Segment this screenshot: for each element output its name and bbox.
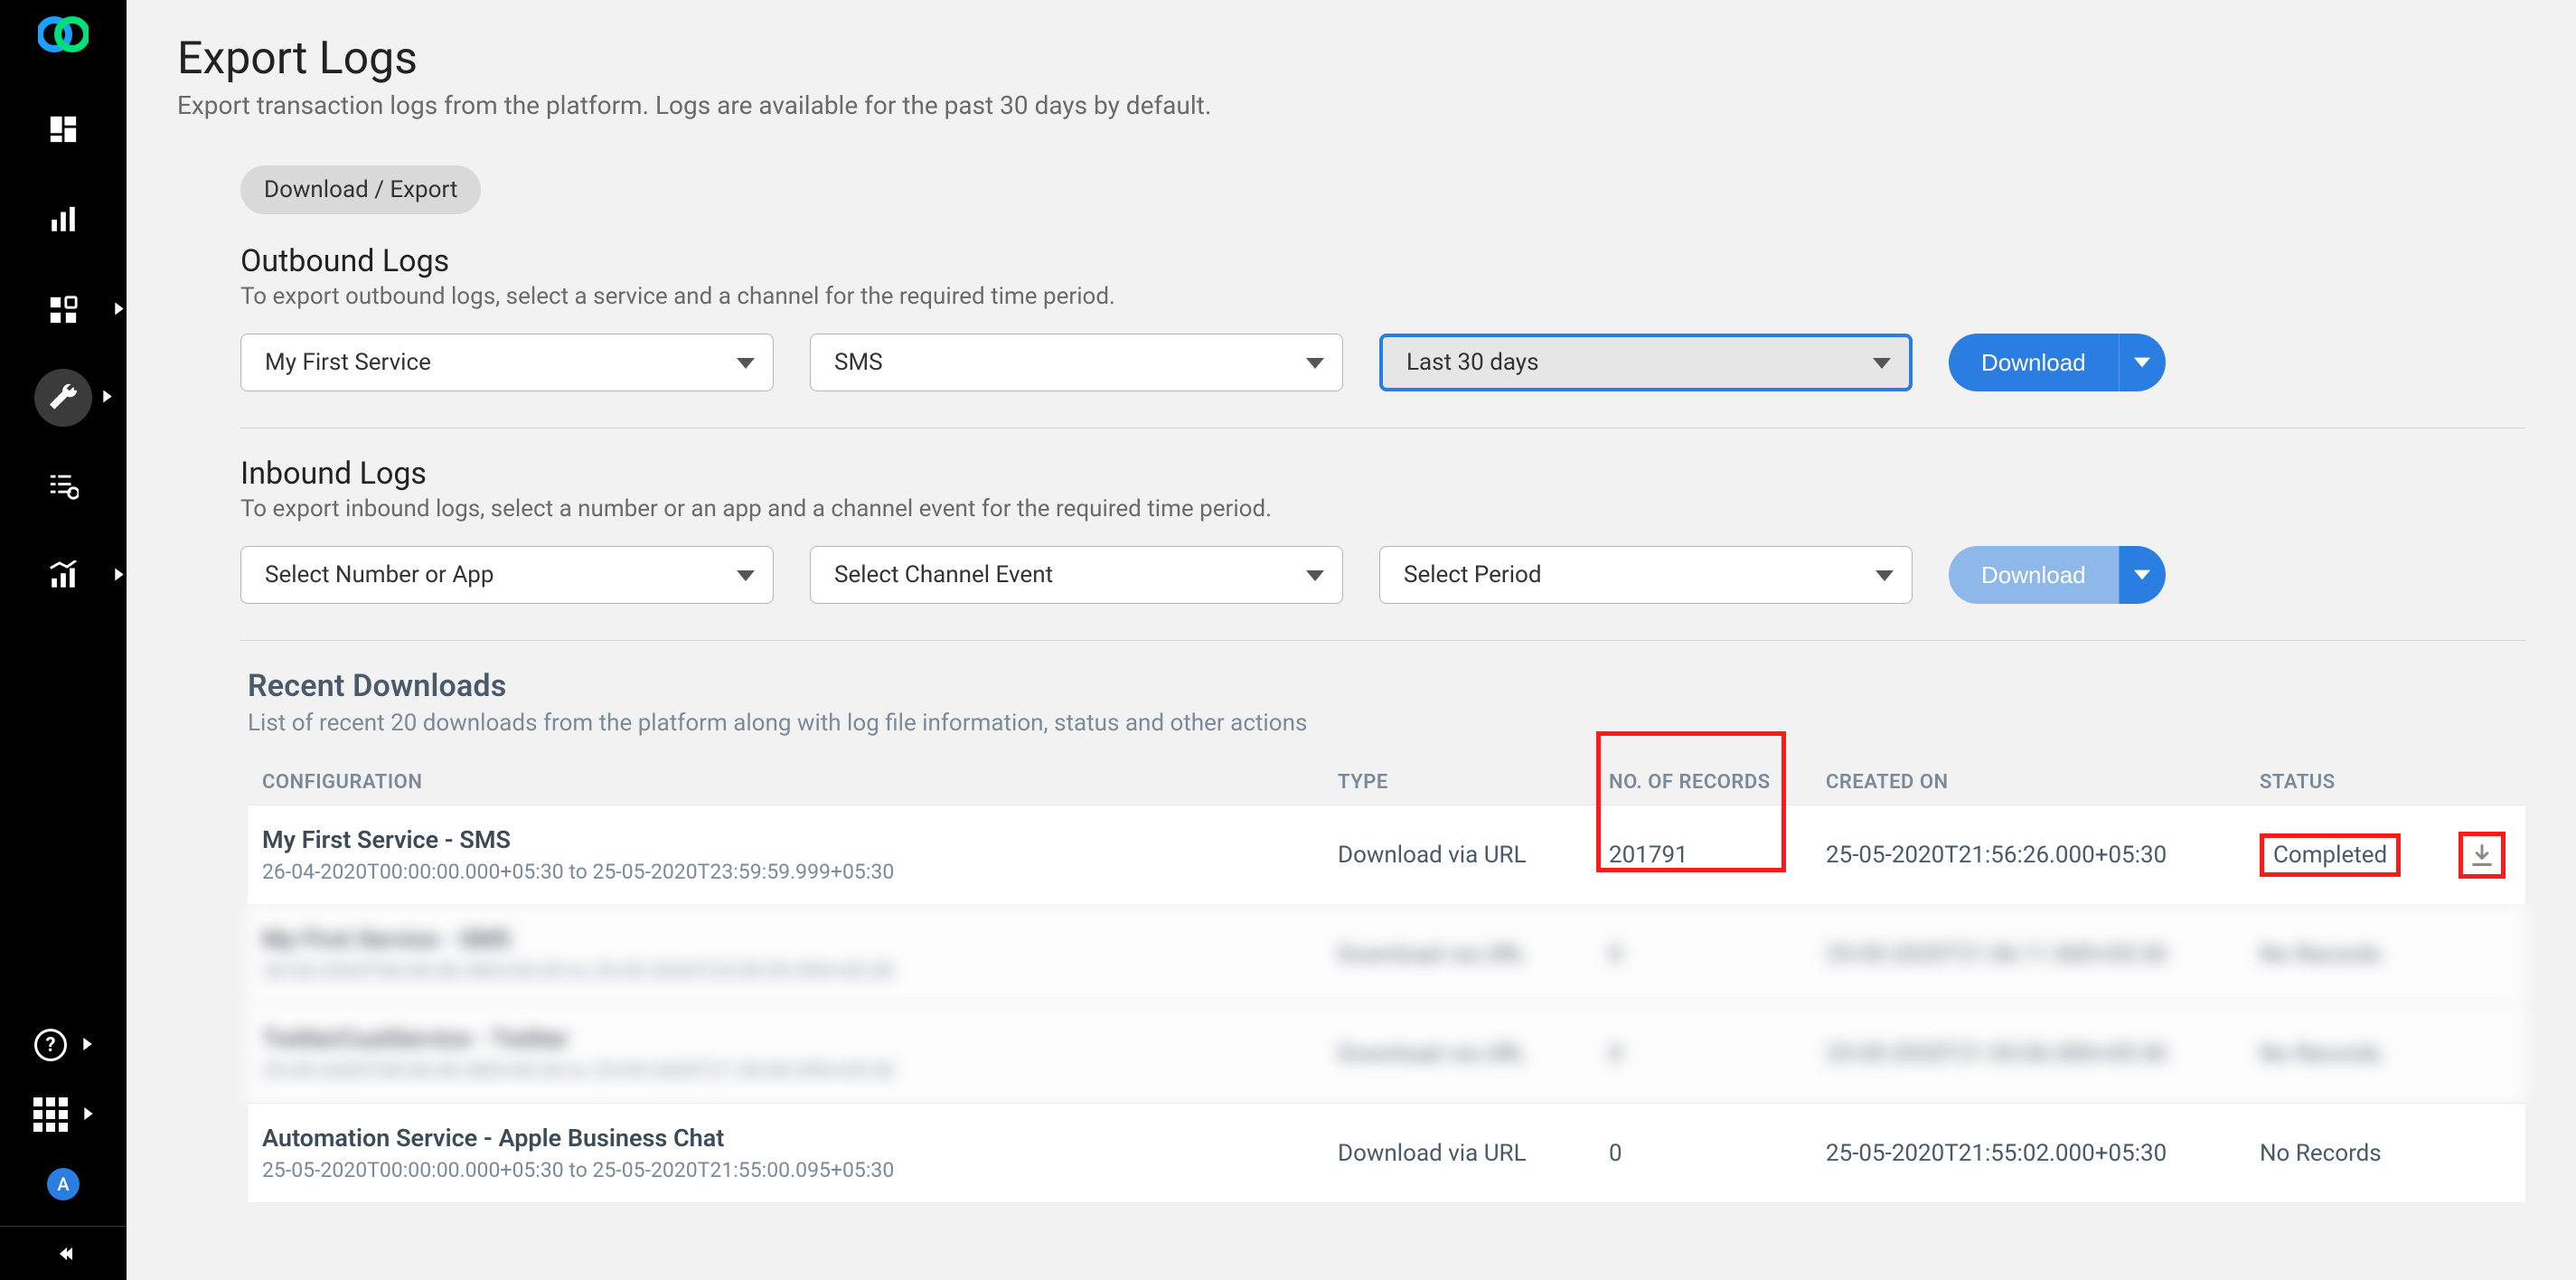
inbound-number-app-value: Select Number or App	[265, 561, 494, 588]
collapse-sidebar-button[interactable]	[0, 1226, 127, 1280]
chevron-down-icon	[1873, 349, 1891, 376]
chevron-down-icon	[1306, 561, 1324, 588]
col-records: NO. OF RECORDS	[1609, 771, 1826, 794]
download-button-caret[interactable]	[2119, 546, 2166, 604]
download-button-label[interactable]: Download	[1949, 334, 2119, 391]
row-type: Download via URL	[1338, 1040, 1609, 1068]
inbound-title: Inbound Logs	[240, 456, 2525, 492]
nav-debug[interactable]	[23, 454, 104, 517]
row-config-range: 26-04-2020T00:00:00.000+05:30 to 25-05-2…	[262, 860, 1338, 884]
table-row: My First Service - SMS 26-04-2020T00:00:…	[248, 805, 2525, 904]
inbound-subtitle: To export inbound logs, select a number …	[240, 495, 2525, 522]
inbound-period-value: Select Period	[1404, 561, 1542, 588]
row-config-range: 25-05-2020T00:00:00.000+05:30 to 25-05-2…	[262, 1158, 1338, 1182]
nav-tools[interactable]	[34, 369, 92, 427]
row-config-range: 26-04-2020T00:00:00.000+05:30 to 25-05-2…	[262, 959, 1338, 984]
outbound-channel-select[interactable]: SMS	[810, 334, 1343, 391]
table-row: Automation Service - Apple Business Chat…	[248, 1103, 2525, 1202]
nav-analytics[interactable]	[23, 188, 104, 251]
row-type: Download via URL	[1338, 842, 1609, 869]
row-config-name: TwitterCustService - Twitter	[262, 1024, 1338, 1053]
sidebar-bottom: ? A	[0, 1029, 127, 1280]
highlight-box	[1596, 731, 1786, 872]
outbound-download-button[interactable]: Download	[1949, 334, 2166, 391]
col-created: CREATED ON	[1826, 771, 2260, 794]
recent-downloads-title: Recent Downloads	[248, 668, 2525, 704]
divider	[240, 640, 2525, 641]
recent-downloads-table: CONFIGURATION TYPE NO. OF RECORDS CREATE…	[248, 760, 2525, 1202]
row-status: Completed	[2260, 833, 2458, 877]
col-type: TYPE	[1338, 771, 1609, 794]
nav-dashboard[interactable]	[23, 98, 104, 161]
col-status: STATUS	[2260, 771, 2458, 794]
row-records: 0	[1609, 1140, 1826, 1167]
download-export-chip[interactable]: Download / Export	[240, 165, 481, 214]
row-created: 25-05-2020T21:56:11.000+05:30	[1826, 941, 2260, 968]
row-status: No Records	[2260, 1140, 2458, 1167]
nav-reports[interactable]	[23, 544, 104, 607]
row-config-range: 25-05-2020T00:00:00.000+05:30 to 25-05-2…	[262, 1059, 1338, 1083]
download-button-caret[interactable]	[2119, 334, 2166, 391]
outbound-title: Outbound Logs	[240, 243, 2525, 279]
row-created: 25-05-2020T21:55:02.000+05:30	[1826, 1140, 2260, 1167]
main-content: Export Logs Export transaction logs from…	[127, 0, 2576, 1280]
nav-modules[interactable]	[23, 278, 104, 342]
chevron-down-icon	[737, 561, 755, 588]
row-status: No Records	[2260, 941, 2458, 968]
row-config-name: My First Service - SMS	[262, 825, 1338, 854]
download-row-button[interactable]	[2458, 832, 2505, 879]
row-created: 25-05-2020T21:56:26.000+05:30	[1826, 842, 2260, 869]
apps-icon[interactable]	[33, 1097, 68, 1132]
inbound-number-app-select[interactable]: Select Number or App	[240, 546, 774, 604]
avatar[interactable]: A	[47, 1168, 80, 1200]
outbound-period-select[interactable]: Last 30 days	[1379, 334, 1913, 391]
highlight-box: Completed	[2260, 833, 2401, 877]
table-row: My First Service - SMS 26-04-2020T00:00:…	[248, 904, 2525, 1003]
outbound-period-value: Last 30 days	[1406, 349, 1539, 376]
chevron-down-icon	[1306, 349, 1324, 376]
sidebar: ? A	[0, 0, 127, 1280]
chevron-down-icon	[1876, 561, 1894, 588]
caret-right-icon	[83, 1037, 92, 1054]
row-type: Download via URL	[1338, 941, 1609, 968]
webex-logo	[38, 16, 89, 52]
download-button-label[interactable]: Download	[1949, 546, 2119, 604]
row-records: 0	[1609, 1040, 1826, 1068]
caret-right-icon	[84, 1106, 93, 1124]
inbound-channel-event-select[interactable]: Select Channel Event	[810, 546, 1343, 604]
outbound-channel-value: SMS	[834, 349, 883, 376]
row-type: Download via URL	[1338, 1140, 1609, 1167]
inbound-channel-event-value: Select Channel Event	[834, 561, 1053, 588]
page-title: Export Logs	[177, 33, 2525, 85]
help-icon[interactable]: ?	[34, 1029, 67, 1061]
caret-right-icon	[115, 302, 124, 319]
outbound-service-value: My First Service	[265, 349, 431, 376]
recent-downloads-subtitle: List of recent 20 downloads from the pla…	[248, 710, 2525, 737]
caret-right-icon	[115, 568, 124, 585]
row-config-name: Automation Service - Apple Business Chat	[262, 1124, 1338, 1153]
outbound-service-select[interactable]: My First Service	[240, 334, 774, 391]
row-status: No Records	[2260, 1040, 2458, 1068]
row-created: 25-05-2020T21:55:06.000+05:30	[1826, 1040, 2260, 1068]
page-subtitle: Export transaction logs from the platfor…	[177, 90, 2525, 120]
inbound-download-button[interactable]: Download	[1949, 546, 2166, 604]
outbound-subtitle: To export outbound logs, select a servic…	[240, 283, 2525, 310]
row-records: 0	[1609, 941, 1826, 968]
table-row: TwitterCustService - Twitter 25-05-2020T…	[248, 1003, 2525, 1103]
row-config-name: My First Service - SMS	[262, 925, 1338, 954]
col-configuration: CONFIGURATION	[262, 771, 1338, 794]
chevron-down-icon	[737, 349, 755, 376]
table-header: CONFIGURATION TYPE NO. OF RECORDS CREATE…	[248, 760, 2525, 805]
caret-right-icon	[103, 390, 112, 407]
inbound-period-select[interactable]: Select Period	[1379, 546, 1913, 604]
